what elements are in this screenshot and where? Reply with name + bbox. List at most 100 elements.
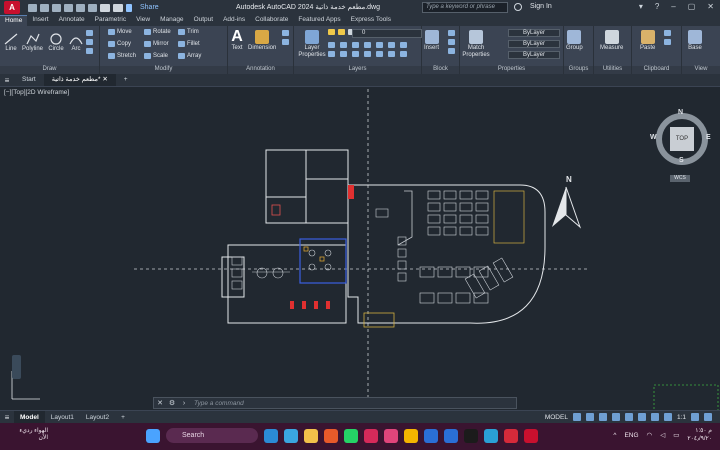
dimension-tool[interactable]: Dimension bbox=[248, 30, 276, 51]
start-tab[interactable]: Start bbox=[14, 74, 44, 86]
layer-tool-icon[interactable] bbox=[364, 42, 371, 48]
viewcube-top-face[interactable]: TOP bbox=[670, 127, 694, 151]
layout2-tab[interactable]: Layout2 bbox=[80, 411, 115, 424]
group-tool[interactable]: Group bbox=[566, 30, 583, 51]
task-view-icon[interactable] bbox=[264, 428, 278, 443]
cart-icon[interactable]: ▾ bbox=[639, 2, 643, 11]
new-file-icon[interactable] bbox=[28, 3, 37, 12]
chrome-icon[interactable] bbox=[404, 428, 418, 443]
layout1-tab[interactable]: Layout1 bbox=[45, 411, 80, 424]
layer-tool-icon[interactable] bbox=[388, 51, 395, 57]
edit-block-icon[interactable] bbox=[448, 39, 455, 45]
ribbon-tab-view[interactable]: View bbox=[131, 15, 155, 26]
help-icon[interactable]: ? bbox=[655, 2, 659, 11]
add-layout-button[interactable]: + bbox=[115, 411, 131, 424]
keyword-search-input[interactable]: Type a keyword or phrase bbox=[422, 2, 508, 13]
app-p-icon[interactable] bbox=[364, 428, 378, 443]
close-command-icon[interactable]: ✕ bbox=[154, 399, 166, 407]
layer-tool-icon[interactable] bbox=[340, 42, 347, 48]
move-tool[interactable]: Move bbox=[108, 29, 132, 35]
taskbar-search[interactable]: Search bbox=[166, 428, 258, 443]
compass-n[interactable]: N bbox=[678, 109, 683, 116]
battery-icon[interactable]: ▭ bbox=[673, 431, 679, 439]
share-icon[interactable] bbox=[126, 3, 132, 12]
weather-widget[interactable]: الهواء رديء الآن bbox=[8, 428, 48, 442]
layer-on-icon[interactable] bbox=[328, 29, 335, 35]
compass-e[interactable]: E bbox=[706, 134, 711, 141]
utilities-panel-label[interactable]: Utilities bbox=[594, 66, 631, 74]
ribbon-tab-parametric[interactable]: Parametric bbox=[90, 15, 131, 26]
measure-tool[interactable]: Measure bbox=[600, 30, 623, 51]
undo-icon[interactable] bbox=[100, 3, 110, 12]
hatch-icon[interactable] bbox=[86, 39, 93, 45]
edge-icon[interactable] bbox=[284, 428, 298, 443]
clipboard-panel-label[interactable]: Clipboard bbox=[632, 66, 681, 74]
layers-panel-label[interactable]: Layers bbox=[294, 66, 421, 74]
photos-icon[interactable] bbox=[384, 428, 398, 443]
whatsapp-icon[interactable] bbox=[344, 428, 358, 443]
grid-icon[interactable] bbox=[572, 413, 581, 421]
drawing-tab[interactable]: مطعم خدمة ذاتية* ✕ bbox=[43, 74, 116, 86]
wifi-icon[interactable]: ◠ bbox=[647, 431, 653, 439]
ribbon-tab-manage[interactable]: Manage bbox=[155, 15, 189, 26]
annotation-panel-label[interactable]: Annotation bbox=[228, 66, 293, 74]
properties-panel-label[interactable]: Properties bbox=[460, 66, 563, 74]
new-tab-button[interactable]: + bbox=[116, 74, 136, 86]
ribbon-tab-home[interactable]: Home bbox=[0, 15, 28, 26]
layer-tool-icon[interactable] bbox=[340, 51, 347, 57]
circle-tool[interactable]: Circle bbox=[48, 32, 64, 52]
cut-icon[interactable] bbox=[664, 30, 671, 36]
layer-tool-icon[interactable] bbox=[328, 51, 335, 57]
ellipse-icon[interactable] bbox=[86, 48, 93, 54]
array-tool[interactable]: Array bbox=[178, 53, 201, 59]
language-indicator[interactable]: ENG bbox=[624, 432, 638, 439]
redo-icon[interactable] bbox=[113, 3, 123, 12]
table-icon[interactable] bbox=[282, 39, 289, 45]
layer-tool-icon[interactable] bbox=[376, 51, 383, 57]
create-block-icon[interactable] bbox=[448, 30, 455, 36]
model-tab[interactable]: Model bbox=[14, 410, 45, 424]
start-icon[interactable] bbox=[146, 428, 160, 443]
layer-tool-icon[interactable] bbox=[376, 42, 383, 48]
view-panel-label[interactable]: View bbox=[682, 66, 720, 74]
workspace-icon[interactable] bbox=[691, 413, 699, 421]
polyline-tool[interactable]: Polyline bbox=[22, 32, 43, 52]
command-line[interactable]: ✕ ⚙ › Type a command bbox=[153, 397, 517, 409]
block-panel-label[interactable]: Block bbox=[422, 66, 459, 74]
tray-chevron-icon[interactable]: ^ bbox=[613, 432, 616, 439]
web-mobile-icon[interactable] bbox=[76, 3, 85, 12]
firefox-icon[interactable] bbox=[324, 428, 338, 443]
attribute-icon[interactable] bbox=[448, 48, 455, 54]
revit-icon[interactable] bbox=[504, 428, 518, 443]
layer-dropdown[interactable]: 0 bbox=[352, 29, 422, 38]
sign-in-button[interactable]: Sign In bbox=[530, 3, 552, 10]
app-ai-icon[interactable] bbox=[444, 428, 458, 443]
otrack-icon[interactable] bbox=[637, 413, 646, 421]
color-dropdown[interactable]: ByLayer bbox=[508, 29, 560, 37]
paste-tool[interactable]: Paste bbox=[640, 30, 655, 51]
text-tool[interactable]: A Text bbox=[230, 29, 244, 52]
app-blue-icon[interactable] bbox=[424, 428, 438, 443]
application-menu-button[interactable]: A bbox=[4, 1, 20, 14]
lineweight-icon[interactable] bbox=[650, 413, 659, 421]
layer-tool-icon[interactable] bbox=[388, 42, 395, 48]
drawing-viewport[interactable]: [−][Top][2D Wireframe] TOP N S E W WCS N bbox=[0, 86, 720, 411]
layer-tool-icon[interactable] bbox=[364, 51, 371, 57]
layer-freeze-icon[interactable] bbox=[338, 29, 345, 35]
navigation-bar[interactable] bbox=[12, 355, 21, 379]
rotate-tool[interactable]: Rotate bbox=[144, 29, 171, 35]
layout-menu-icon[interactable]: ≡ bbox=[0, 413, 14, 422]
rectangle-icon[interactable] bbox=[86, 30, 93, 36]
layer-tool-icon[interactable] bbox=[352, 42, 359, 48]
layer-properties-tool[interactable]: Layer Properties bbox=[298, 30, 326, 59]
close-icon[interactable]: ✕ bbox=[707, 2, 714, 11]
viewcube[interactable]: TOP N S E W bbox=[650, 109, 712, 169]
scale-tool[interactable]: Scale bbox=[144, 53, 168, 59]
trim-tool[interactable]: Trim bbox=[178, 29, 199, 35]
snap-icon[interactable] bbox=[585, 413, 594, 421]
annotation-scale-icon[interactable] bbox=[663, 413, 672, 421]
insert-tool[interactable]: Insert bbox=[424, 30, 439, 51]
lineweight-dropdown[interactable]: ByLayer bbox=[508, 40, 560, 48]
minimize-icon[interactable]: – bbox=[671, 2, 675, 11]
linetype-dropdown[interactable]: ByLayer bbox=[508, 51, 560, 59]
